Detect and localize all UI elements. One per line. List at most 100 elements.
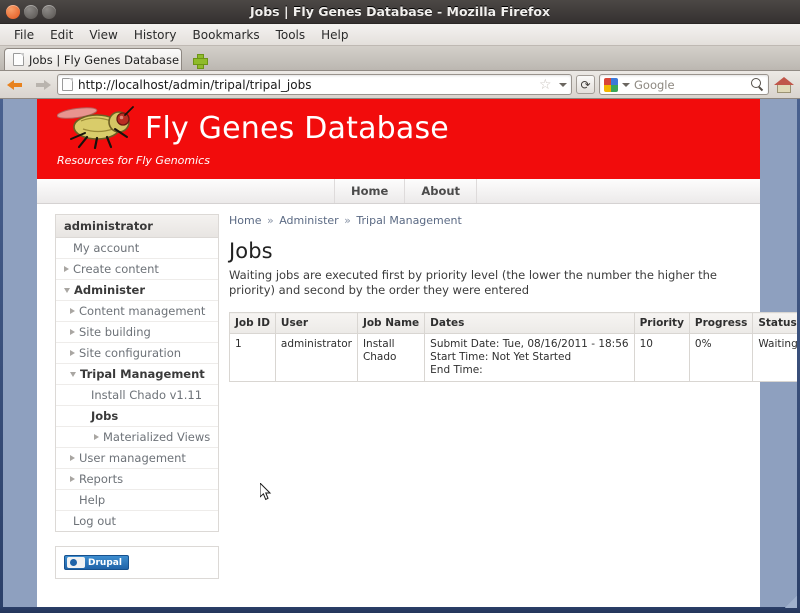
drupal-block: Drupal	[55, 546, 219, 579]
chevron-right-icon	[70, 350, 75, 356]
list-item[interactable]: Create content	[56, 259, 218, 280]
list-item[interactable]: User management	[56, 448, 218, 469]
list-item[interactable]: Jobs	[56, 406, 218, 427]
window-titlebar: Jobs | Fly Genes Database - Mozilla Fire…	[0, 0, 800, 24]
user-menu-block: administrator My account Create content …	[55, 214, 219, 532]
chevron-right-icon	[70, 476, 75, 482]
page-icon	[13, 53, 24, 66]
window-minimize-button[interactable]	[24, 4, 38, 19]
sidebar-item-content-management[interactable]: Content management	[56, 301, 218, 321]
new-tab-button[interactable]	[188, 50, 210, 70]
nav-link-home[interactable]: Home	[334, 179, 404, 203]
chevron-right-icon	[70, 308, 75, 314]
menu-view[interactable]: View	[81, 26, 125, 44]
primary-navigation: Home About	[37, 179, 760, 204]
list-item[interactable]: Help	[56, 490, 218, 511]
bookmark-star-icon[interactable]: ☆	[539, 78, 554, 92]
list-item[interactable]: Administer	[56, 280, 218, 301]
sidebar-item-site-configuration[interactable]: Site configuration	[56, 343, 218, 363]
column-header-job-name: Job Name	[356, 312, 426, 334]
bullet-none-icon	[64, 248, 69, 249]
start-time: Start Time: Not Yet Started	[430, 351, 572, 363]
search-bar[interactable]: Google	[599, 74, 769, 95]
end-time: End Time:	[430, 364, 483, 376]
breadcrumb-home[interactable]: Home	[229, 214, 261, 227]
page-title: Jobs	[229, 239, 273, 263]
sidebar-item-my-account[interactable]: My account	[56, 238, 218, 258]
sidebar-item-jobs[interactable]: Jobs	[56, 406, 218, 426]
sidebar: administrator My account Create content …	[37, 204, 219, 593]
sidebar-item-log-out[interactable]: Log out	[56, 511, 218, 531]
window-bottom-border	[0, 607, 800, 613]
window-left-border	[0, 99, 3, 613]
window-close-button[interactable]	[6, 4, 20, 19]
reload-button[interactable]: ⟳	[576, 75, 595, 94]
sidebar-item-tripal-management[interactable]: Tripal Management	[56, 364, 218, 384]
column-header-priority: Priority	[633, 312, 690, 334]
menu-edit[interactable]: Edit	[42, 26, 81, 44]
chevron-down-icon	[70, 371, 76, 377]
list-item[interactable]: Site configuration	[56, 343, 218, 364]
list-item[interactable]: Reports	[56, 469, 218, 490]
sidebar-item-label: Jobs	[91, 409, 119, 423]
cell-progress: 0%	[688, 333, 754, 382]
browser-viewport: Fly Genes Database Resources for Fly Gen…	[3, 99, 797, 607]
search-engine-chevron-icon[interactable]	[622, 82, 630, 87]
chevron-right-icon	[70, 455, 75, 461]
list-item[interactable]: Site building	[56, 322, 218, 343]
column-header-user: User	[274, 312, 358, 334]
back-arrow-icon[interactable]	[5, 74, 27, 96]
drupal-drop-icon	[67, 557, 85, 568]
sidebar-item-install-chado[interactable]: Install Chado v1.11	[56, 385, 218, 405]
sidebar-item-materialized-views[interactable]: Materialized Views	[56, 427, 218, 447]
nav-link-about[interactable]: About	[404, 179, 478, 203]
tab-label: Jobs | Fly Genes Database	[29, 52, 180, 67]
sidebar-item-label: Site building	[79, 325, 151, 339]
breadcrumb-separator: »	[266, 214, 274, 227]
home-icon[interactable]	[773, 74, 795, 96]
browser-tab[interactable]: Jobs | Fly Genes Database	[4, 48, 182, 70]
menu-tools[interactable]: Tools	[268, 26, 314, 44]
search-icon[interactable]	[751, 78, 764, 91]
table-head: Job ID User Job Name Dates Priority Prog…	[229, 312, 797, 334]
menu-history[interactable]: History	[126, 26, 185, 44]
drupal-badge[interactable]: Drupal	[64, 555, 129, 570]
breadcrumb-tripal-management[interactable]: Tripal Management	[356, 214, 461, 227]
firefox-window: Jobs | Fly Genes Database - Mozilla Fire…	[0, 0, 800, 613]
menu-bookmarks[interactable]: Bookmarks	[185, 26, 268, 44]
list-item[interactable]: Install Chado v1.11	[56, 385, 218, 406]
menu-file[interactable]: File	[6, 26, 42, 44]
cell-job-name: Install Chado	[356, 333, 426, 382]
sidebar-item-help[interactable]: Help	[56, 490, 218, 510]
search-input[interactable]: Google	[634, 78, 747, 92]
jobs-table: Job ID User Job Name Dates Priority Prog…	[229, 312, 797, 382]
sidebar-item-create-content[interactable]: Create content	[56, 259, 218, 279]
sidebar-item-site-building[interactable]: Site building	[56, 322, 218, 342]
chevron-down-icon[interactable]	[559, 82, 567, 87]
sidebar-item-label: Reports	[79, 472, 124, 486]
site-banner: Fly Genes Database Resources for Fly Gen…	[37, 99, 760, 179]
sidebar-menu: My account Create content Administer Con…	[56, 238, 218, 531]
url-bar[interactable]: http://localhost/admin/tripal/tripal_job…	[57, 74, 572, 95]
forward-arrow-icon[interactable]	[31, 74, 53, 96]
home-roof	[774, 76, 794, 85]
chevron-right-icon	[70, 329, 75, 335]
table-body: 1 administrator Install Chado Submit Dat…	[229, 333, 797, 382]
breadcrumb: Home » Administer » Tripal Management	[229, 214, 738, 227]
window-maximize-button[interactable]	[42, 4, 56, 19]
list-item[interactable]: Content management	[56, 301, 218, 322]
window-resize-grip[interactable]	[785, 596, 797, 608]
list-item[interactable]: Materialized Views	[56, 427, 218, 448]
list-item[interactable]: Log out	[56, 511, 218, 531]
bullet-none-icon	[64, 521, 69, 522]
breadcrumb-administer[interactable]: Administer	[279, 214, 338, 227]
list-item[interactable]: My account	[56, 238, 218, 259]
list-item[interactable]: Tripal Management	[56, 364, 218, 385]
column-header-dates: Dates	[424, 312, 635, 334]
sidebar-item-administer[interactable]: Administer	[56, 280, 218, 300]
sidebar-item-user-management[interactable]: User management	[56, 448, 218, 468]
bullet-none-icon	[82, 416, 87, 417]
menu-help[interactable]: Help	[313, 26, 356, 44]
column-header-status: Status	[752, 312, 797, 334]
sidebar-item-reports[interactable]: Reports	[56, 469, 218, 489]
